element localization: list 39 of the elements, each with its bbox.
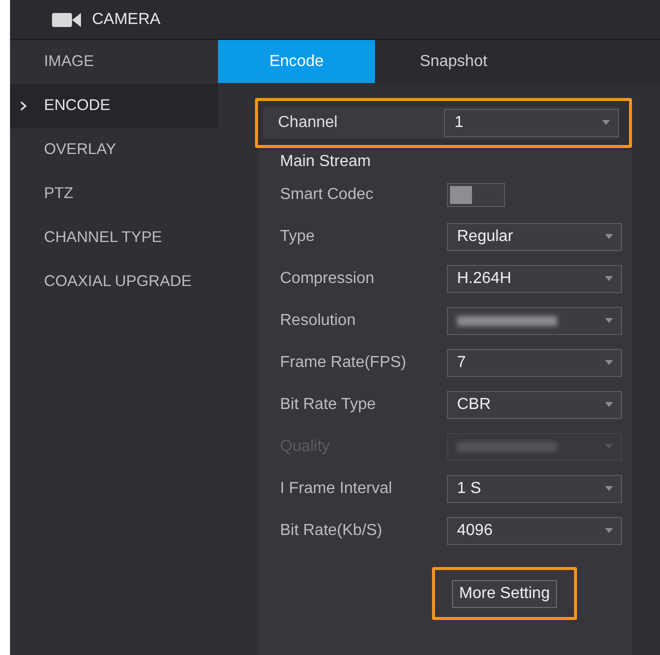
field-label: Type xyxy=(280,228,316,246)
caret-icon xyxy=(605,234,613,240)
sidebar-item[interactable]: PTZ xyxy=(10,172,218,216)
caret-icon xyxy=(605,276,613,282)
sidebar-item[interactable]: IMAGE xyxy=(10,40,218,84)
chevron-right-icon xyxy=(20,101,27,111)
sidebar-item[interactable]: CHANNEL TYPE xyxy=(10,216,218,260)
dropdown[interactable]: CBR xyxy=(447,391,622,419)
caret-icon xyxy=(605,360,613,366)
tab[interactable]: Snapshot xyxy=(375,40,532,83)
section-title: Main Stream xyxy=(280,152,372,172)
dropdown[interactable]: 1 S xyxy=(447,475,622,503)
sidebar-item[interactable]: ENCODE xyxy=(10,84,218,128)
caret-icon xyxy=(605,402,613,408)
dropdown[interactable]: 4096 xyxy=(447,517,622,545)
caret-icon xyxy=(605,444,613,450)
more-setting-button[interactable]: More Setting xyxy=(452,580,557,608)
field-label: Compression xyxy=(280,270,376,288)
video-camera-icon xyxy=(52,10,82,28)
caret-icon xyxy=(605,486,613,492)
dropdown[interactable]: Regular xyxy=(447,223,622,251)
dropdown[interactable] xyxy=(447,307,622,335)
field-label: I Frame Interval xyxy=(280,480,394,498)
caret-icon xyxy=(605,318,613,324)
field-label: Resolution xyxy=(280,312,357,330)
dropdown[interactable]: 1 xyxy=(444,109,619,137)
dropdown[interactable]: 7 xyxy=(447,349,622,377)
sidebar-item[interactable]: COAXIAL UPGRADE xyxy=(10,260,218,304)
sidebar-item[interactable]: OVERLAY xyxy=(10,128,218,172)
page-title: CAMERA xyxy=(92,10,160,28)
caret-icon xyxy=(605,528,613,534)
toggle-switch[interactable] xyxy=(447,183,505,207)
field-label: Frame Rate(FPS) xyxy=(280,354,408,372)
field-label: Bit Rate Type xyxy=(280,396,377,414)
dropdown[interactable]: H.264H xyxy=(447,265,622,293)
field-label: Channel xyxy=(278,114,339,132)
caret-icon xyxy=(602,120,610,126)
field-label: Smart Codec xyxy=(280,186,374,204)
field-label: Bit Rate(Kb/S) xyxy=(280,522,384,540)
